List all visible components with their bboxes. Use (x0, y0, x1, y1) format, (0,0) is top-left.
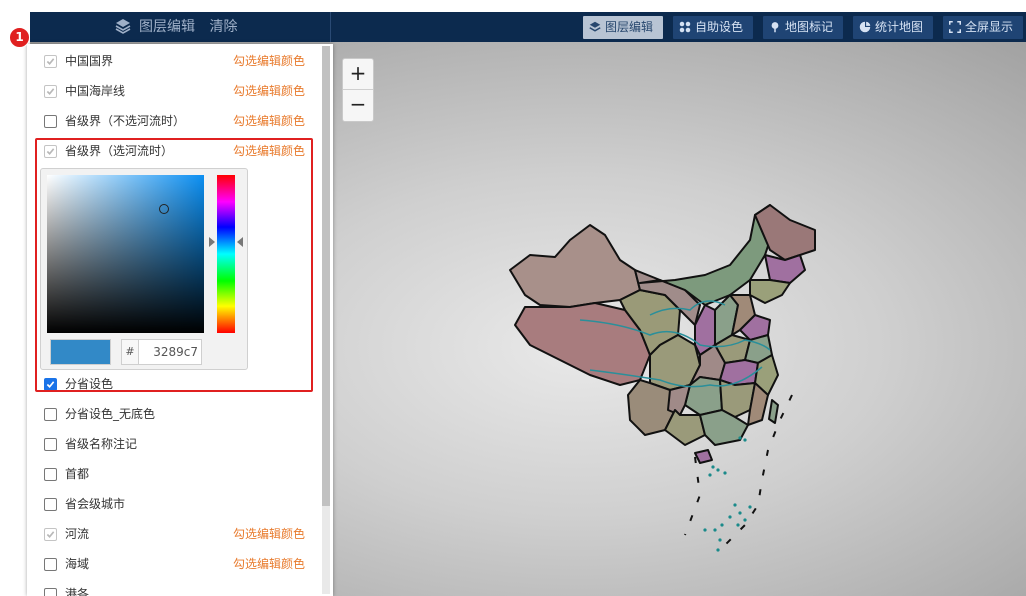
layer-row[interactable]: 分省设色_无底色 (27, 399, 317, 429)
layer-checkbox[interactable] (44, 468, 57, 481)
check-icon (46, 531, 55, 538)
layer-row[interactable]: 省会级城市 (27, 489, 317, 519)
layers-icon (115, 19, 131, 34)
layer-row[interactable]: 省级名称注记 (27, 429, 317, 459)
edit-color-link[interactable]: 勾选编辑颜色 (233, 106, 305, 136)
layer-checkbox[interactable] (44, 558, 57, 571)
check-icon (46, 88, 55, 95)
layer-row[interactable]: 中国海岸线 勾选编辑颜色 (27, 76, 317, 106)
edit-color-link[interactable]: 勾选编辑颜色 (233, 76, 305, 106)
check-icon (46, 58, 55, 65)
layer-row[interactable]: 海域 勾选编辑颜色 (27, 549, 317, 579)
layers-icon (589, 21, 601, 32)
layer-checkbox[interactable] (44, 438, 57, 451)
layer-checkbox[interactable] (44, 498, 57, 511)
grid-icon (679, 21, 691, 33)
zoom-out-button[interactable]: − (343, 89, 373, 120)
zoom-control: + − (342, 58, 374, 122)
layer-checkbox[interactable] (44, 85, 57, 98)
province-liaoning (749, 279, 791, 304)
layer-label: 首都 (65, 467, 90, 481)
toolbar-divider (330, 12, 331, 42)
layer-checkbox[interactable] (44, 408, 57, 421)
layer-label: 港各 (65, 587, 90, 596)
layer-label: 分省设色_无底色 (65, 407, 156, 421)
zoom-in-button[interactable]: + (343, 59, 373, 89)
layer-checkbox[interactable] (44, 528, 57, 541)
layer-edit-button[interactable]: 图层编辑 (583, 16, 663, 39)
annotation-badge: 1 (9, 27, 30, 48)
province-taiwan (768, 399, 779, 424)
layer-checkbox[interactable] (44, 115, 57, 128)
annotation-highlight-box (35, 138, 313, 392)
layer-checkbox[interactable] (44, 55, 57, 68)
edit-color-link[interactable]: 勾选编辑颜色 (233, 519, 305, 549)
clear-button[interactable]: 清除 (209, 19, 237, 35)
layer-edit-title: 图层编辑 清除 (115, 12, 237, 42)
layer-label: 河流 (65, 527, 90, 541)
map-marker-button[interactable]: 地图标记 (763, 16, 843, 39)
layer-row[interactable]: 首都 (27, 459, 317, 489)
self-coloring-button[interactable]: 自助设色 (673, 16, 753, 39)
fullscreen-icon (949, 21, 961, 33)
layer-checkbox[interactable] (44, 588, 57, 596)
province-hainan (694, 449, 713, 464)
pin-icon (771, 22, 779, 33)
province-jilin (764, 254, 806, 284)
layer-row[interactable]: 省级界（不选河流时） 勾选编辑颜色 (27, 106, 317, 136)
edit-color-link[interactable]: 勾选编辑颜色 (233, 46, 305, 76)
layer-label: 省级界（不选河流时） (65, 114, 186, 128)
china-map[interactable] (500, 195, 830, 565)
panel-scrollbar[interactable] (322, 46, 330, 594)
top-toolbar: 图层编辑 清除 图层编辑 自助设色 地图标记 统计地图 全屏显示 (30, 12, 1026, 42)
layer-label: 省会级城市 (65, 497, 126, 511)
fullscreen-button[interactable]: 全屏显示 (943, 16, 1023, 39)
scrollbar-thumb[interactable] (322, 46, 330, 506)
layer-row[interactable]: 河流 勾选编辑颜色 (27, 519, 317, 549)
statistics-map-button[interactable]: 统计地图 (853, 16, 933, 39)
edit-color-link[interactable]: 勾选编辑颜色 (233, 549, 305, 579)
pie-chart-icon (859, 21, 871, 33)
province-guizhou (667, 384, 691, 416)
layer-row[interactable]: 港各 (27, 579, 317, 596)
province-xinjiang (509, 224, 641, 308)
layer-label: 中国国界 (65, 54, 114, 68)
layer-label: 海域 (65, 557, 90, 571)
layer-row[interactable]: 中国国界 勾选编辑颜色 (27, 46, 317, 76)
layer-label: 中国海岸线 (65, 84, 126, 98)
layer-label: 省级名称注记 (65, 437, 138, 451)
layer-edit-title-text: 图层编辑 (139, 19, 195, 35)
